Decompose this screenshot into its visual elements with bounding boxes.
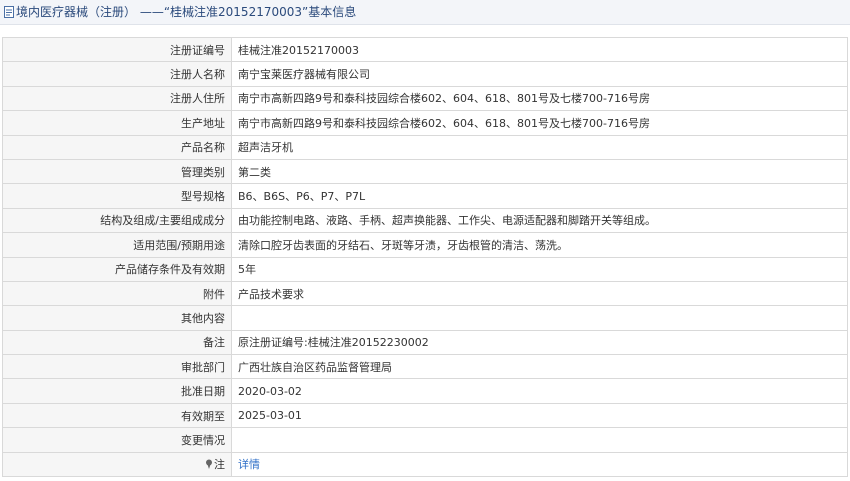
field-value: 南宁宝莱医疗器械有限公司 bbox=[231, 61, 848, 87]
page-title-bar: 境内医疗器械（注册） ——“桂械注准20152170003”基本信息 bbox=[0, 0, 850, 25]
table-row: 其他内容 bbox=[2, 305, 848, 331]
pin-icon bbox=[206, 459, 212, 470]
table-row: 附件 产品技术要求 bbox=[2, 280, 848, 307]
table-row: 适用范围/预期用途 清除口腔牙齿表面的牙结石、牙斑等牙渍，牙齿根管的清洁、荡洗。 bbox=[2, 232, 848, 258]
table-row: 结构及组成/主要组成成分 由功能控制电路、液路、手柄、超声换能器、工作尖、电源适配… bbox=[2, 207, 848, 234]
field-value: 5年 bbox=[231, 256, 848, 282]
table-row: 产品储存条件及有效期 5年 bbox=[2, 256, 848, 282]
field-label: 注册人住所 bbox=[2, 85, 232, 112]
field-value: B6、B6S、P6、P7、P7L bbox=[231, 183, 848, 209]
table-row: 批准日期 2020-03-02 bbox=[2, 378, 848, 404]
field-label: 批准日期 bbox=[2, 378, 232, 404]
field-value: 南宁市高新四路9号和泰科技园综合楼602、604、618、801号及七楼700-… bbox=[231, 110, 848, 136]
field-label: 生产地址 bbox=[2, 110, 232, 136]
field-value bbox=[231, 305, 848, 331]
table-row: 注册人名称 南宁宝莱医疗器械有限公司 bbox=[2, 61, 848, 87]
field-label: 备注 bbox=[2, 329, 232, 356]
field-label: 注册人名称 bbox=[2, 61, 232, 87]
field-label: 适用范围/预期用途 bbox=[2, 232, 232, 258]
field-value: 广西壮族自治区药品监督管理局 bbox=[231, 354, 848, 380]
field-value: 2025-03-01 bbox=[231, 402, 848, 429]
field-label: 产品储存条件及有效期 bbox=[2, 256, 232, 282]
table-row: 变更情况 bbox=[2, 427, 848, 453]
table-row: 产品名称 超声洁牙机 bbox=[2, 134, 848, 160]
field-value: 清除口腔牙齿表面的牙结石、牙斑等牙渍，牙齿根管的清洁、荡洗。 bbox=[231, 232, 848, 258]
field-label: 型号规格 bbox=[2, 183, 232, 209]
table-row: 型号规格 B6、B6S、P6、P7、P7L bbox=[2, 183, 848, 209]
field-value: 产品技术要求 bbox=[231, 280, 848, 307]
detail-link[interactable]: 详情 bbox=[238, 458, 260, 471]
field-value: 由功能控制电路、液路、手柄、超声换能器、工作尖、电源适配器和脚踏开关等组成。 bbox=[231, 207, 848, 234]
field-label: 有效期至 bbox=[2, 402, 232, 429]
table-row: 审批部门 广西壮族自治区药品监督管理局 bbox=[2, 354, 848, 380]
table-row: 管理类别 第二类 bbox=[2, 158, 848, 185]
table-row: 生产地址 南宁市高新四路9号和泰科技园综合楼602、604、618、801号及七楼… bbox=[2, 110, 848, 136]
field-value: 南宁市高新四路9号和泰科技园综合楼602、604、618、801号及七楼700-… bbox=[231, 85, 848, 112]
field-value: 原注册证编号:桂械注准20152230002 bbox=[231, 329, 848, 356]
field-label: 附件 bbox=[2, 280, 232, 307]
field-label: 审批部门 bbox=[2, 354, 232, 380]
field-label-note: 注 bbox=[2, 451, 232, 478]
table-row: 注册证编号 桂械注准20152170003 bbox=[2, 36, 848, 63]
field-value: 2020-03-02 bbox=[231, 378, 848, 404]
field-value-note: 详情 bbox=[231, 451, 848, 478]
field-value: 桂械注准20152170003 bbox=[231, 36, 848, 63]
field-value: 超声洁牙机 bbox=[231, 134, 848, 160]
field-label: 管理类别 bbox=[2, 158, 232, 185]
field-label: 变更情况 bbox=[2, 427, 232, 453]
page-title: 境内医疗器械（注册） ——“桂械注准20152170003”基本信息 bbox=[16, 5, 357, 19]
document-icon bbox=[4, 6, 14, 18]
field-label: 结构及组成/主要组成成分 bbox=[2, 207, 232, 234]
field-label: 注册证编号 bbox=[2, 36, 232, 63]
info-table: 注册证编号 桂械注准20152170003 注册人名称 南宁宝莱医疗器械有限公司 注册人… bbox=[2, 36, 848, 478]
table-row: 备注 原注册证编号:桂械注准20152230002 bbox=[2, 329, 848, 356]
field-value: 第二类 bbox=[231, 158, 848, 185]
field-label: 产品名称 bbox=[2, 134, 232, 160]
table-row: 有效期至 2025-03-01 bbox=[2, 402, 848, 429]
table-row-note: 注详情 bbox=[2, 451, 848, 478]
field-value bbox=[231, 427, 848, 453]
field-label: 其他内容 bbox=[2, 305, 232, 331]
table-row: 注册人住所 南宁市高新四路9号和泰科技园综合楼602、604、618、801号及七… bbox=[2, 85, 848, 112]
